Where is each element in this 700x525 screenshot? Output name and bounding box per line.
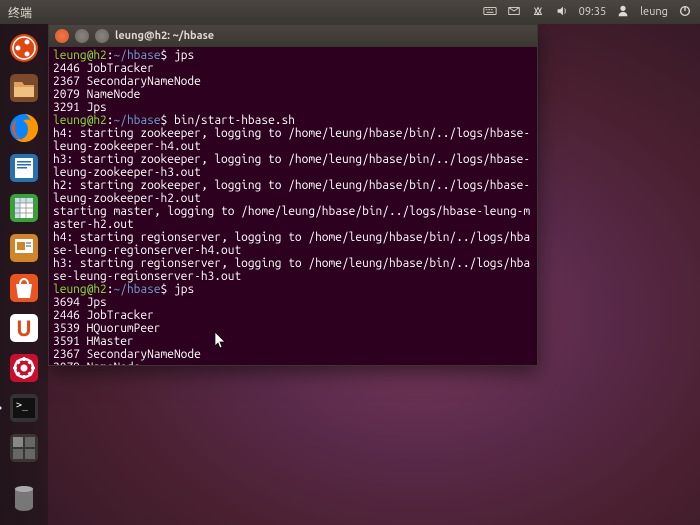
- window-minimize-button[interactable]: [75, 29, 89, 43]
- mail-indicator-icon[interactable]: [507, 4, 521, 21]
- unity-launcher: U >_: [0, 24, 48, 525]
- launcher-settings[interactable]: [4, 348, 44, 388]
- terminal-output[interactable]: leung@h2:~/hbase$ jps 2446 JobTracker 23…: [49, 47, 537, 365]
- active-app-title: 终端: [8, 4, 32, 21]
- top-panel: 终端 09:35 leung: [0, 0, 700, 24]
- user-indicator-icon[interactable]: [616, 4, 630, 21]
- launcher-firefox[interactable]: [4, 108, 44, 148]
- launcher-workspace[interactable]: [4, 428, 44, 468]
- window-title: leung@h2: ~/hbase: [115, 30, 214, 42]
- launcher-dash[interactable]: [4, 28, 44, 68]
- window-titlebar[interactable]: leung@h2: ~/hbase: [49, 25, 537, 47]
- launcher-calc[interactable]: [4, 188, 44, 228]
- svg-text:>_: >_: [16, 400, 29, 411]
- launcher-ubuntuone[interactable]: U: [4, 308, 44, 348]
- launcher-writer[interactable]: [4, 148, 44, 188]
- trash-icon[interactable]: [4, 479, 44, 519]
- terminal-window: leung@h2: ~/hbase leung@h2:~/hbase$ jps …: [48, 24, 538, 366]
- session-indicator-icon[interactable]: [678, 4, 692, 21]
- volume-indicator-icon[interactable]: [555, 4, 569, 21]
- system-tray: 09:35 leung: [483, 4, 692, 21]
- network-indicator-icon[interactable]: [531, 4, 545, 21]
- keyboard-indicator-icon[interactable]: [483, 4, 497, 21]
- launcher-impress[interactable]: [4, 228, 44, 268]
- launcher-software-center[interactable]: [4, 268, 44, 308]
- svg-text:U: U: [16, 316, 31, 341]
- window-close-button[interactable]: [55, 29, 69, 43]
- user-name-text[interactable]: leung: [640, 6, 668, 18]
- window-maximize-button[interactable]: [95, 29, 109, 43]
- mouse-cursor-icon: [215, 332, 227, 350]
- launcher-terminal[interactable]: >_: [4, 388, 44, 428]
- launcher-nautilus[interactable]: [4, 68, 44, 108]
- clock-text[interactable]: 09:35: [579, 6, 607, 18]
